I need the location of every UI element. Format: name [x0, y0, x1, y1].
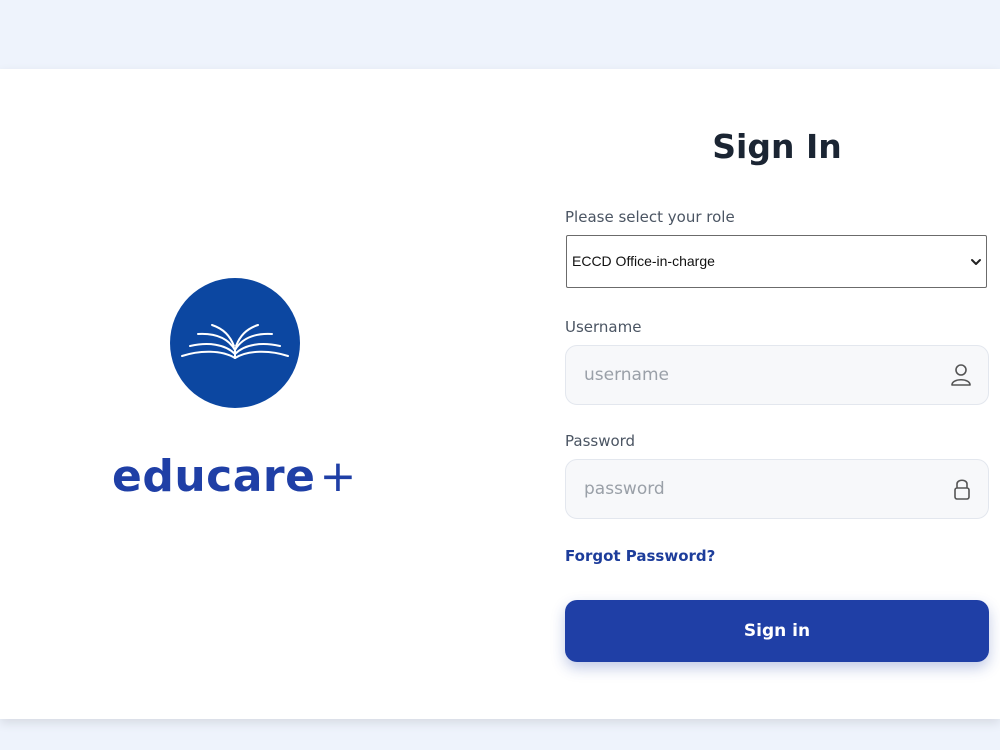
password-input[interactable]: password: [565, 459, 989, 519]
login-card: educare+ Sign In Please select your role…: [0, 69, 1000, 719]
page-title: Sign In: [712, 127, 842, 166]
role-label: Please select your role: [565, 208, 735, 226]
forgot-password-link[interactable]: Forgot Password?: [565, 547, 715, 565]
sign-in-form: Sign In Please select your role ECCD Off…: [565, 69, 989, 719]
user-icon: [951, 364, 971, 386]
username-input[interactable]: username: [565, 345, 989, 405]
brand-plus: +: [319, 451, 357, 502]
chevron-down-icon: [971, 259, 981, 265]
brand-logo: [170, 278, 300, 408]
role-select-value: ECCD Office-in-charge: [572, 253, 715, 269]
lock-icon: [954, 479, 970, 500]
brand-wordmark: educare+: [112, 451, 357, 502]
brand-panel: educare+: [0, 69, 470, 719]
password-placeholder: password: [584, 479, 665, 499]
sign-in-button[interactable]: Sign in: [565, 600, 989, 662]
role-select[interactable]: ECCD Office-in-charge: [566, 235, 987, 288]
open-book-icon: [181, 324, 289, 359]
username-placeholder: username: [584, 365, 669, 385]
password-label: Password: [565, 432, 636, 450]
brand-name-text: educare: [112, 451, 316, 502]
username-label: Username: [565, 318, 642, 336]
